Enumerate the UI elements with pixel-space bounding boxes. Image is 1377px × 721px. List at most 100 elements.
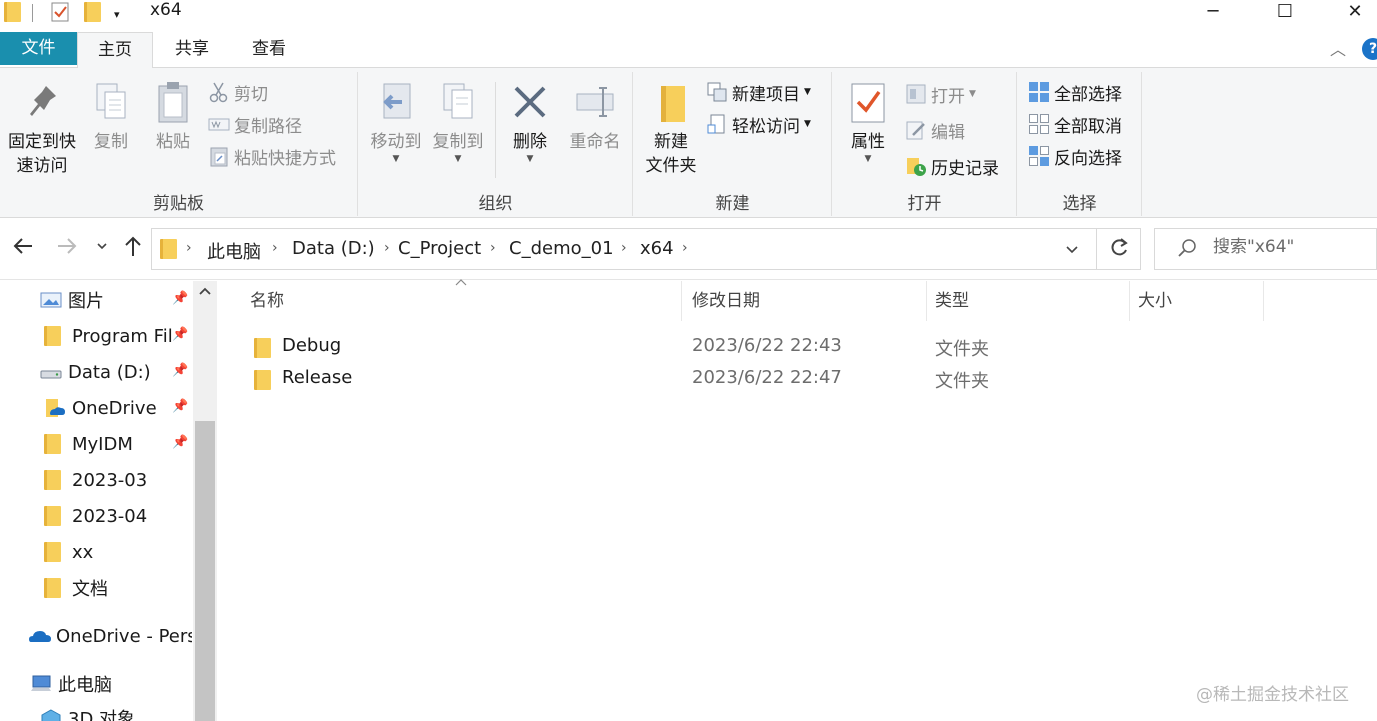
nav-item-onedrive-personal[interactable]: OneDrive - Pers bbox=[28, 619, 192, 653]
onedrive-folder-icon bbox=[44, 398, 66, 418]
scroll-up-chevron-icon[interactable] bbox=[193, 285, 217, 301]
folder-icon bbox=[254, 338, 271, 358]
pin-icon[interactable]: 📌 bbox=[172, 363, 188, 378]
invert-selection-button[interactable]: 反向选择 bbox=[1028, 142, 1122, 170]
breadcrumb-data-d[interactable]: Data (D:) bbox=[292, 238, 375, 259]
nav-item-this-pc[interactable]: 此电脑 bbox=[30, 667, 192, 701]
nav-item-data-d[interactable]: Data (D:) bbox=[40, 355, 174, 389]
properties-quick-icon[interactable] bbox=[50, 2, 70, 22]
copy-label: 复制 bbox=[94, 132, 128, 152]
onedrive-cloud-icon bbox=[28, 626, 51, 646]
edit-button[interactable]: 编辑 bbox=[905, 116, 965, 144]
nav-item-documents[interactable]: 文档 bbox=[44, 571, 192, 605]
delete-button[interactable]: 删除 ▼ bbox=[505, 80, 555, 164]
navigation-pane-scrollbar[interactable] bbox=[193, 281, 217, 721]
breadcrumb-c-project[interactable]: C_Project bbox=[398, 238, 481, 259]
pin-icon[interactable]: 📌 bbox=[172, 291, 188, 306]
open-button[interactable]: 打开 ▼ bbox=[905, 80, 976, 108]
column-header-name[interactable]: 名称 bbox=[242, 281, 682, 321]
nav-item-3d-objects[interactable]: 3D 对象 bbox=[40, 701, 192, 721]
nav-item-onedrive[interactable]: OneDrive bbox=[44, 391, 174, 425]
minimize-ribbon-icon[interactable]: ︿ bbox=[1330, 36, 1346, 60]
breadcrumb-separator[interactable]: › bbox=[186, 240, 192, 256]
customize-quick-access-dropdown[interactable]: ▾ bbox=[114, 4, 120, 24]
nav-item-label: 此电脑 bbox=[58, 675, 112, 696]
drive-icon bbox=[40, 362, 62, 382]
file-row-debug[interactable]: Debug 2023/6/22 22:43 文件夹 bbox=[242, 331, 1242, 363]
nav-item-label: 2023-03 bbox=[72, 469, 148, 491]
nav-item-2023-04[interactable]: 2023-04 bbox=[44, 499, 192, 533]
paste-button[interactable]: 粘贴 bbox=[146, 80, 200, 154]
properties-button[interactable]: 属性 ▼ bbox=[843, 80, 893, 164]
copy-to-button[interactable]: 复制到 ▼ bbox=[429, 80, 487, 164]
new-group: 新建 文件夹 新建项目 ▼ 轻松访问 ▼ 新建 bbox=[634, 72, 832, 216]
select-none-button[interactable]: 全部取消 bbox=[1028, 110, 1122, 138]
copy-path-button[interactable]: 复制路径 bbox=[208, 110, 302, 138]
up-arrow-icon[interactable] bbox=[122, 235, 144, 263]
refresh-icon[interactable] bbox=[1108, 234, 1130, 266]
nav-item-program-files[interactable]: Program Fil bbox=[44, 319, 174, 353]
paste-shortcut-button[interactable]: 粘贴快捷方式 bbox=[208, 142, 336, 170]
pin-to-quick-access-button[interactable]: 固定到快 速访问 bbox=[4, 80, 80, 178]
close-button[interactable]: ✕ bbox=[1330, 0, 1377, 22]
watermark-text: @稀土掘金技术社区 bbox=[1196, 685, 1349, 705]
pin-icon[interactable]: 📌 bbox=[172, 399, 188, 414]
ribbon: 固定到快 速访问 复制 粘贴 剪切 复制路径 粘贴快捷方式 剪贴板 移动到 ▼ … bbox=[0, 68, 1377, 218]
rename-label: 重命名 bbox=[569, 132, 621, 152]
search-input[interactable] bbox=[1213, 237, 1373, 257]
nav-item-2023-03[interactable]: 2023-03 bbox=[44, 463, 192, 497]
nav-item-xx[interactable]: xx bbox=[44, 535, 192, 569]
recent-locations-chevron-down-icon[interactable] bbox=[96, 240, 108, 255]
breadcrumb-separator[interactable]: › bbox=[384, 240, 390, 256]
address-bar[interactable]: › 此电脑 › Data (D:) › C_Project › C_demo_0… bbox=[151, 228, 1141, 270]
breadcrumb-this-pc[interactable]: 此电脑 bbox=[207, 238, 261, 264]
tab-share[interactable]: 共享 bbox=[158, 32, 226, 68]
cut-button[interactable]: 剪切 bbox=[208, 78, 268, 106]
nav-item-label: 图片 bbox=[68, 291, 104, 312]
column-header-size[interactable]: 大小 bbox=[1130, 281, 1264, 321]
easy-access-icon bbox=[706, 113, 728, 135]
pin-icon[interactable]: 📌 bbox=[172, 435, 188, 450]
breadcrumb-x64[interactable]: x64 bbox=[640, 238, 674, 259]
select-none-icon bbox=[1028, 113, 1050, 135]
minimize-button[interactable]: ─ bbox=[1188, 0, 1238, 22]
copy-button[interactable]: 复制 bbox=[86, 80, 136, 154]
column-header-type[interactable]: 类型 bbox=[927, 281, 1130, 321]
pin-icon[interactable]: 📌 bbox=[172, 327, 188, 342]
new-folder-quick-icon[interactable] bbox=[84, 2, 101, 22]
file-row-release[interactable]: Release 2023/6/22 22:47 文件夹 bbox=[242, 363, 1242, 395]
breadcrumb-separator[interactable]: › bbox=[490, 240, 496, 256]
rename-button[interactable]: 重命名 bbox=[563, 80, 627, 154]
title-bar: ▾ x64 ─ ☐ ✕ bbox=[0, 0, 1377, 32]
forward-arrow-icon[interactable] bbox=[56, 235, 78, 263]
search-box[interactable] bbox=[1154, 228, 1377, 270]
move-to-button[interactable]: 移动到 ▼ bbox=[367, 80, 425, 164]
breadcrumb-separator[interactable]: › bbox=[682, 240, 688, 256]
easy-access-button[interactable]: 轻松访问 ▼ bbox=[706, 110, 811, 138]
invert-selection-icon bbox=[1028, 145, 1050, 167]
breadcrumb-separator[interactable]: › bbox=[272, 240, 278, 256]
history-button[interactable]: 历史记录 bbox=[905, 152, 999, 180]
column-header-date-modified[interactable]: 修改日期 bbox=[684, 281, 927, 321]
tab-view[interactable]: 查看 bbox=[236, 32, 302, 68]
nav-item-myidm[interactable]: MyIDM bbox=[44, 427, 174, 461]
maximize-button[interactable]: ☐ bbox=[1260, 0, 1310, 22]
select-all-button[interactable]: 全部选择 bbox=[1028, 78, 1122, 106]
tab-file[interactable]: 文件 bbox=[0, 32, 77, 65]
new-folder-button[interactable]: 新建 文件夹 bbox=[638, 80, 704, 178]
tab-home[interactable]: 主页 bbox=[77, 32, 153, 69]
open-label: 打开 bbox=[931, 86, 965, 107]
breadcrumb-separator[interactable]: › bbox=[621, 240, 627, 256]
address-history-chevron-down-icon[interactable] bbox=[1064, 241, 1080, 261]
nav-item-pictures[interactable]: 图片 bbox=[40, 283, 190, 317]
nav-item-label: xx bbox=[72, 541, 94, 563]
scrollbar-thumb[interactable] bbox=[195, 421, 215, 721]
new-item-button[interactable]: 新建项目 ▼ bbox=[706, 78, 811, 106]
help-icon[interactable]: ? bbox=[1362, 38, 1377, 60]
breadcrumb-c-demo-01[interactable]: C_demo_01 bbox=[509, 238, 614, 259]
copy-to-icon bbox=[438, 80, 478, 128]
open-dropdown-icon: ▼ bbox=[969, 89, 976, 99]
select-none-label: 全部取消 bbox=[1054, 116, 1122, 137]
back-arrow-icon[interactable] bbox=[12, 235, 34, 263]
delete-x-icon bbox=[510, 80, 550, 128]
